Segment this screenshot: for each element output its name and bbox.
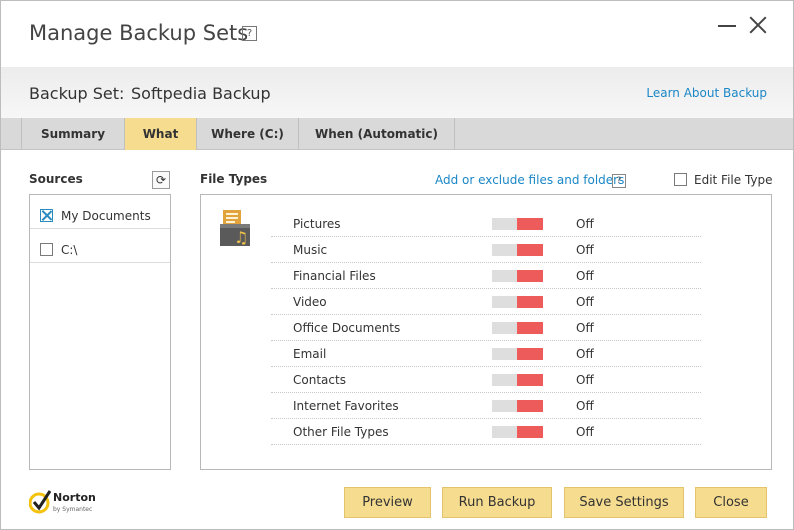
- file-type-name: Email: [293, 347, 327, 361]
- window-title: Manage Backup Sets: [29, 21, 249, 45]
- file-type-state: Off: [576, 321, 594, 335]
- video-toggle[interactable]: [492, 296, 543, 308]
- help-icon[interactable]: ?: [612, 174, 626, 188]
- file-type-state: Off: [576, 425, 594, 439]
- brand-sub: by Symantec: [53, 506, 93, 513]
- run-backup-button[interactable]: Run Backup: [442, 487, 552, 518]
- source-item-c-drive[interactable]: C:\: [30, 229, 170, 263]
- source-label: C:\: [61, 243, 78, 257]
- minimize-button[interactable]: [715, 13, 739, 37]
- refresh-icon[interactable]: ⟳: [152, 171, 170, 189]
- file-type-row: Pictures Off: [271, 211, 701, 237]
- file-type-name: Pictures: [293, 217, 341, 231]
- backup-set-bar: Backup Set: Softpedia Backup Learn About…: [1, 67, 793, 119]
- file-type-row: Contacts Off: [271, 367, 701, 393]
- file-type-state: Off: [576, 269, 594, 283]
- sources-list: My Documents C:\: [29, 194, 171, 470]
- email-toggle[interactable]: [492, 348, 543, 360]
- file-type-name: Music: [293, 243, 328, 257]
- source-label: My Documents: [61, 209, 151, 223]
- financial-files-toggle[interactable]: [492, 270, 543, 282]
- tab-what[interactable]: What: [125, 118, 197, 150]
- file-type-name: Office Documents: [293, 321, 401, 335]
- close-button[interactable]: Close: [695, 487, 767, 518]
- tab-summary[interactable]: Summary: [21, 118, 125, 150]
- save-settings-button[interactable]: Save Settings: [564, 487, 684, 518]
- pictures-toggle[interactable]: [492, 218, 543, 230]
- file-type-state: Off: [576, 347, 594, 361]
- contacts-toggle[interactable]: [492, 374, 543, 386]
- backup-set-label: Backup Set:: [29, 84, 125, 103]
- manage-backup-sets-window: Manage Backup Sets ? Backup Set: Softped…: [0, 0, 794, 530]
- brand-name: Norton: [53, 491, 96, 504]
- file-type-state: Off: [576, 373, 594, 387]
- svg-text:♫: ♫: [234, 228, 248, 246]
- preview-button[interactable]: Preview: [344, 487, 431, 518]
- file-type-state: Off: [576, 399, 594, 413]
- norton-logo: Norton by Symantec: [29, 488, 109, 520]
- file-type-row: Music Off: [271, 237, 701, 263]
- file-type-name: Financial Files: [293, 269, 376, 283]
- learn-about-backup-link[interactable]: Learn About Backup: [646, 86, 767, 100]
- edit-file-type-checkbox[interactable]: [674, 173, 687, 186]
- tab-bar: Summary What Where (C:) When (Automatic): [1, 118, 793, 150]
- file-type-name: Video: [293, 295, 327, 309]
- file-type-row: Video Off: [271, 289, 701, 315]
- c-drive-checkbox[interactable]: [40, 243, 53, 256]
- file-type-name: Other File Types: [293, 425, 389, 439]
- backup-set-name: Softpedia Backup: [131, 84, 271, 103]
- file-type-state: Off: [576, 243, 594, 257]
- file-type-row: Financial Files Off: [271, 263, 701, 289]
- file-type-row: Other File Types Off: [271, 419, 701, 445]
- file-type-state: Off: [576, 217, 594, 231]
- file-type-row: Email Off: [271, 341, 701, 367]
- file-type-name: Internet Favorites: [293, 399, 399, 413]
- file-type-name: Contacts: [293, 373, 346, 387]
- file-types-heading: File Types: [200, 172, 268, 186]
- add-exclude-files-link[interactable]: Add or exclude files and folders: [435, 173, 624, 187]
- file-type-state: Off: [576, 295, 594, 309]
- documents-folder-icon: ♫: [220, 210, 250, 246]
- edit-file-type-label: Edit File Type: [694, 173, 773, 187]
- tab-where[interactable]: Where (C:): [197, 118, 299, 150]
- other-file-types-toggle[interactable]: [492, 426, 543, 438]
- file-types-panel: ♫ Pictures Off Music Off Financial Files…: [200, 194, 772, 470]
- norton-check-icon: [29, 490, 51, 514]
- music-toggle[interactable]: [492, 244, 543, 256]
- file-type-row: Office Documents Off: [271, 315, 701, 341]
- help-icon[interactable]: ?: [242, 26, 257, 41]
- internet-favorites-toggle[interactable]: [492, 400, 543, 412]
- title-bar: Manage Backup Sets ?: [1, 1, 793, 67]
- source-item-my-documents[interactable]: My Documents: [30, 195, 170, 229]
- sources-heading: Sources: [29, 172, 83, 186]
- close-window-button[interactable]: [746, 13, 770, 37]
- office-documents-toggle[interactable]: [492, 322, 543, 334]
- file-type-row: Internet Favorites Off: [271, 393, 701, 419]
- tab-when[interactable]: When (Automatic): [299, 118, 455, 150]
- my-documents-checkbox[interactable]: [40, 209, 53, 222]
